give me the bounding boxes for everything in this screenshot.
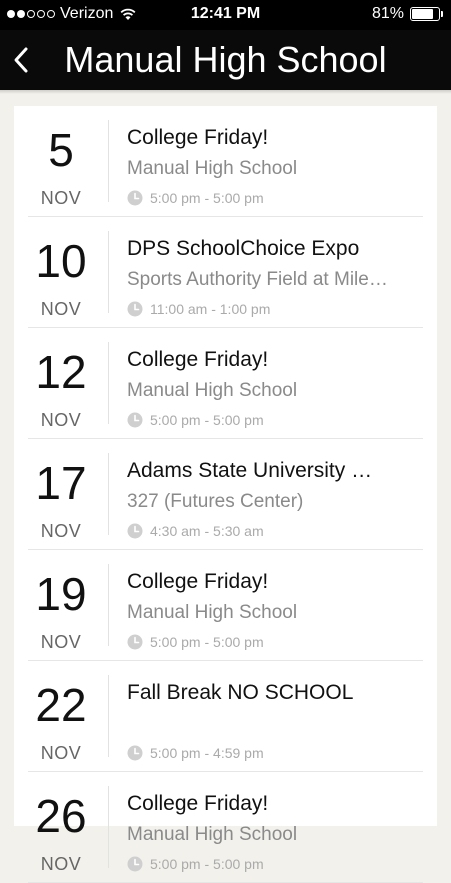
- event-row[interactable]: 22 NOV Fall Break NO SCHOOL 5:00 pm - 4:59 …: [14, 661, 437, 772]
- clock-icon: [127, 190, 143, 206]
- date-divider: [108, 120, 109, 202]
- event-day: 12: [35, 346, 87, 398]
- event-month: NOV: [40, 410, 82, 430]
- navigation-bar: Manual High School: [0, 30, 451, 90]
- event-month: NOV: [40, 188, 82, 208]
- event-day: 22: [35, 679, 87, 731]
- event-location: Manual High School: [127, 602, 298, 623]
- event-location: Manual High School: [127, 824, 298, 845]
- clock-icon: [127, 412, 143, 428]
- event-row[interactable]: 5 NOV College Friday! Manual High School 5:0…: [14, 106, 437, 217]
- clock-icon: [127, 856, 143, 872]
- event-row[interactable]: 19 NOV College Friday! Manual High School 5:…: [14, 550, 437, 661]
- clock-icon: [127, 301, 143, 317]
- date-divider: [108, 342, 109, 424]
- status-right: 81%: [372, 5, 443, 23]
- event-location: Sports Authority Field at Mile…: [127, 269, 388, 290]
- event-month: NOV: [40, 521, 82, 541]
- event-date: 22 NOV: [14, 661, 108, 772]
- event-date: 26 NOV: [14, 772, 108, 883]
- status-bar: Verizon 12:41 PM 81%: [0, 0, 451, 30]
- event-time: 11:00 am - 1:00 pm: [150, 301, 271, 317]
- event-time-row: 11:00 am - 1:00 pm: [127, 301, 270, 317]
- event-day: 26: [35, 790, 87, 842]
- event-date: 12 NOV: [14, 328, 108, 439]
- event-month: NOV: [40, 854, 82, 874]
- event-title: Fall Break NO SCHOOL: [127, 681, 354, 704]
- event-day: 10: [35, 235, 87, 287]
- page-title: Manual High School: [64, 39, 387, 80]
- date-divider: [108, 231, 109, 313]
- event-time: 5:00 pm - 5:00 pm: [150, 190, 264, 206]
- event-month: NOV: [40, 632, 82, 652]
- event-month: NOV: [40, 743, 82, 763]
- event-row[interactable]: 17 NOV Adams State University … 327 (Future…: [14, 439, 437, 550]
- event-row[interactable]: 26 NOV College Friday! Manual High School 5:…: [14, 772, 437, 883]
- clock-icon: [127, 523, 143, 539]
- event-time: 5:00 pm - 5:00 pm: [150, 412, 264, 428]
- event-date: 17 NOV: [14, 439, 108, 550]
- event-day: 19: [35, 568, 87, 620]
- event-time-row: 5:00 pm - 5:00 pm: [127, 190, 264, 206]
- event-time: 5:00 pm - 5:00 pm: [150, 634, 264, 650]
- event-title: College Friday!: [127, 348, 269, 371]
- event-list: 5 NOV College Friday! Manual High School 5:0…: [14, 106, 437, 883]
- event-date: 19 NOV: [14, 550, 108, 661]
- clock-icon: [127, 634, 143, 650]
- event-title: Adams State University …: [127, 459, 373, 482]
- event-title: DPS SchoolChoice Expo: [127, 237, 360, 260]
- event-location: 327 (Futures Center): [127, 491, 304, 512]
- event-row[interactable]: 12 NOV College Friday! Manual High School 5:…: [14, 328, 437, 439]
- event-time: 4:30 am - 5:30 am: [150, 523, 264, 539]
- event-day: 17: [35, 457, 87, 509]
- event-title: College Friday!: [127, 126, 269, 149]
- event-time-row: 5:00 pm - 4:59 pm: [127, 745, 264, 761]
- date-divider: [108, 453, 109, 535]
- battery-percent: 81%: [371, 5, 404, 22]
- event-location: Manual High School: [127, 380, 298, 401]
- event-time-row: 5:00 pm - 5:00 pm: [127, 634, 264, 650]
- event-time: 5:00 pm - 5:00 pm: [150, 856, 264, 872]
- date-divider: [108, 786, 109, 868]
- event-day: 5: [48, 124, 74, 176]
- event-time-row: 5:00 pm - 5:00 pm: [127, 856, 264, 872]
- date-divider: [108, 675, 109, 757]
- event-month: NOV: [40, 299, 82, 319]
- header-shadow: [0, 90, 451, 94]
- event-time-row: 4:30 am - 5:30 am: [127, 523, 264, 539]
- battery-icon: [410, 7, 440, 21]
- event-title: College Friday!: [127, 792, 269, 815]
- event-time: 5:00 pm - 4:59 pm: [150, 745, 264, 761]
- event-date: 5 NOV: [14, 106, 108, 217]
- event-date: 10 NOV: [14, 217, 108, 328]
- clock-icon: [127, 745, 143, 761]
- date-divider: [108, 564, 109, 646]
- event-location: Manual High School: [127, 158, 298, 179]
- event-time-row: 5:00 pm - 5:00 pm: [127, 412, 264, 428]
- event-row[interactable]: 10 NOV DPS SchoolChoice Expo Sports Authori…: [14, 217, 437, 328]
- event-title: College Friday!: [127, 570, 269, 593]
